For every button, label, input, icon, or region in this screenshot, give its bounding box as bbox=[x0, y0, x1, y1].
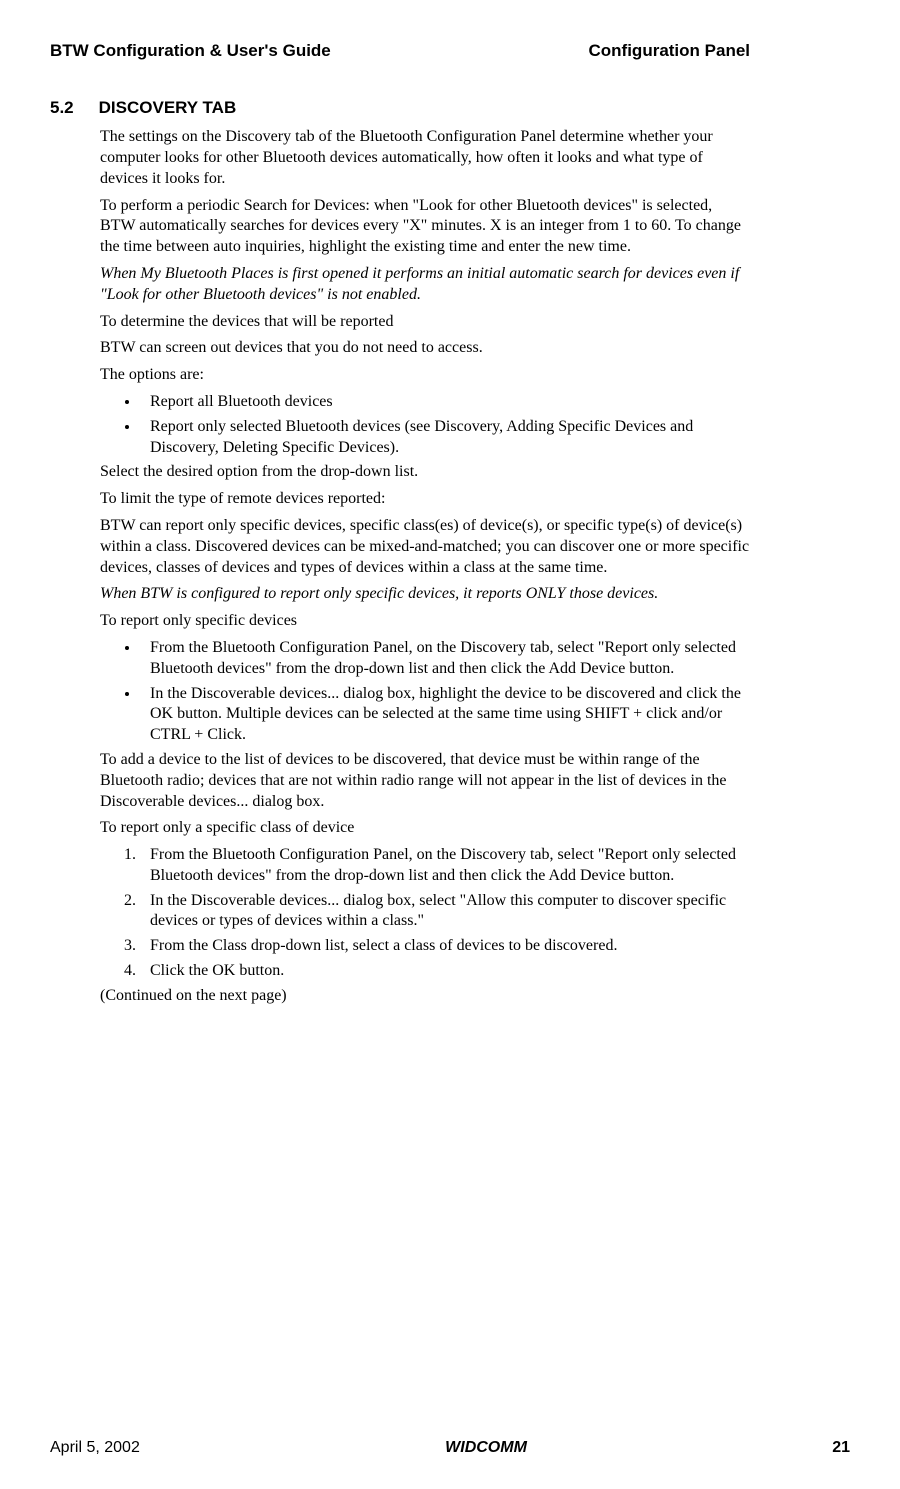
paragraph: BTW can screen out devices that you do n… bbox=[100, 338, 750, 359]
paragraph: The options are: bbox=[100, 365, 750, 386]
bullet-list: Report all Bluetooth devices Report only… bbox=[120, 392, 750, 458]
paragraph-italic: When BTW is configured to report only sp… bbox=[100, 584, 750, 605]
section-heading: 5.2 DISCOVERY TAB bbox=[50, 97, 750, 119]
paragraph: To report only specific devices bbox=[100, 611, 750, 632]
list-item: From the Bluetooth Configuration Panel, … bbox=[140, 638, 750, 680]
header-left: BTW Configuration & User's Guide bbox=[50, 40, 331, 62]
list-item: In the Discoverable devices... dialog bo… bbox=[140, 684, 750, 746]
footer-company: WIDCOMM bbox=[445, 1438, 527, 1459]
paragraph: To add a device to the list of devices t… bbox=[100, 750, 750, 812]
header-right: Configuration Panel bbox=[589, 40, 751, 62]
paragraph: Select the desired option from the drop-… bbox=[100, 462, 750, 483]
paragraph: To determine the devices that will be re… bbox=[100, 312, 750, 333]
list-item: Report all Bluetooth devices bbox=[140, 392, 750, 413]
bullet-list: From the Bluetooth Configuration Panel, … bbox=[120, 638, 750, 746]
page-header: BTW Configuration & User's Guide Configu… bbox=[50, 40, 750, 62]
footer-page-number: 21 bbox=[832, 1438, 850, 1459]
paragraph: The settings on the Discovery tab of the… bbox=[100, 127, 750, 189]
paragraph-italic: When My Bluetooth Places is first opened… bbox=[100, 264, 750, 306]
paragraph: BTW can report only specific devices, sp… bbox=[100, 516, 750, 578]
list-item: In the Discoverable devices... dialog bo… bbox=[140, 891, 750, 933]
section-title: DISCOVERY TAB bbox=[99, 98, 237, 117]
footer-date: April 5, 2002 bbox=[50, 1438, 140, 1459]
ordered-list: From the Bluetooth Configuration Panel, … bbox=[120, 845, 750, 982]
page-footer: April 5, 2002 WIDCOMM 21 bbox=[50, 1438, 850, 1459]
list-item: Report only selected Bluetooth devices (… bbox=[140, 417, 750, 459]
paragraph: (Continued on the next page) bbox=[100, 986, 750, 1007]
paragraph: To report only a specific class of devic… bbox=[100, 818, 750, 839]
list-item: From the Class drop-down list, select a … bbox=[140, 936, 750, 957]
list-item: Click the OK button. bbox=[140, 961, 750, 982]
list-item: From the Bluetooth Configuration Panel, … bbox=[140, 845, 750, 887]
section-number: 5.2 bbox=[50, 97, 74, 119]
paragraph: To limit the type of remote devices repo… bbox=[100, 489, 750, 510]
paragraph: To perform a periodic Search for Devices… bbox=[100, 196, 750, 258]
